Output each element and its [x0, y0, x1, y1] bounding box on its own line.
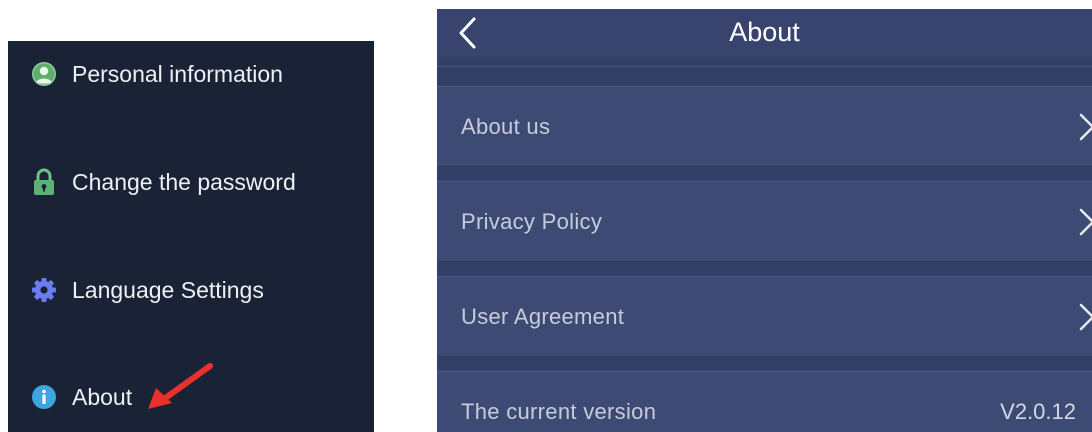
- page-title: About: [729, 17, 800, 47]
- menu-item-label: Personal information: [72, 60, 283, 87]
- menu-item-label: About: [72, 383, 133, 410]
- divider: [437, 66, 1092, 67]
- row-label: The current version: [461, 399, 657, 424]
- screenshot-composite: Personal information Change the password: [0, 0, 1092, 432]
- row-about-us[interactable]: About us: [437, 86, 1092, 167]
- chevron-right-icon: [1079, 303, 1092, 331]
- annotation-arrow-icon: [148, 363, 213, 409]
- navigation-bar: About: [437, 9, 1092, 57]
- menu-item-label: Change the password: [72, 168, 296, 195]
- row-label: User Agreement: [461, 304, 625, 329]
- menu-item-personal-information[interactable]: Personal information: [8, 50, 374, 98]
- person-icon: [28, 58, 60, 90]
- menu-item-change-password[interactable]: Change the password: [8, 158, 374, 206]
- row-label: About us: [461, 114, 551, 139]
- menu-item-label: Language Settings: [72, 276, 264, 303]
- lock-icon: [28, 166, 60, 198]
- about-screen: About About us Privacy Policy User Agree…: [437, 9, 1092, 432]
- gear-icon: [28, 274, 60, 306]
- chevron-right-icon: [1079, 113, 1092, 141]
- row-current-version: The current version V2.0.12: [437, 371, 1092, 432]
- row-privacy-policy[interactable]: Privacy Policy: [437, 181, 1092, 262]
- row-user-agreement[interactable]: User Agreement: [437, 276, 1092, 357]
- chevron-left-icon[interactable]: [455, 15, 485, 51]
- menu-item-language-settings[interactable]: Language Settings: [8, 266, 374, 314]
- version-value: V2.0.12: [1000, 399, 1076, 424]
- chevron-right-icon: [1079, 208, 1092, 236]
- info-icon: [28, 381, 60, 413]
- row-label: Privacy Policy: [461, 209, 603, 234]
